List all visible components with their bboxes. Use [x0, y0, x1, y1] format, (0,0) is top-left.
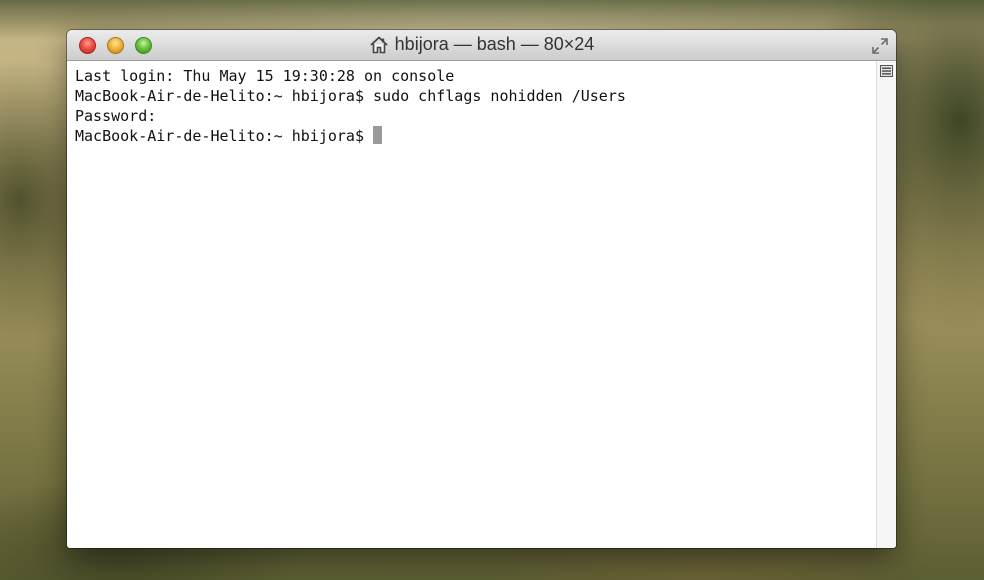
home-icon [370, 36, 388, 53]
terminal-window: hbijora — bash — 80×24 Last login: Thu M… [67, 30, 896, 548]
split-pane-icon[interactable] [880, 65, 893, 77]
terminal-line: MacBook-Air-de-Helito:~ hbijora$ sudo ch… [75, 87, 626, 105]
text-cursor [373, 126, 383, 144]
terminal-line: Password: [75, 107, 157, 125]
vertical-scrollbar[interactable] [876, 61, 896, 548]
terminal-line: Last login: Thu May 15 19:30:28 on conso… [75, 67, 455, 85]
fullscreen-icon[interactable] [870, 36, 890, 56]
terminal-prompt-line: MacBook-Air-de-Helito:~ hbijora$ [75, 126, 876, 146]
terminal-prompt: MacBook-Air-de-Helito:~ hbijora$ [75, 127, 374, 145]
terminal-output[interactable]: Last login: Thu May 15 19:30:28 on conso… [67, 61, 876, 548]
window-title: hbijora — bash — 80×24 [394, 34, 595, 54]
window-titlebar[interactable]: hbijora — bash — 80×24 [67, 30, 896, 61]
window-title-wrapper: hbijora — bash — 80×24 [67, 34, 896, 60]
